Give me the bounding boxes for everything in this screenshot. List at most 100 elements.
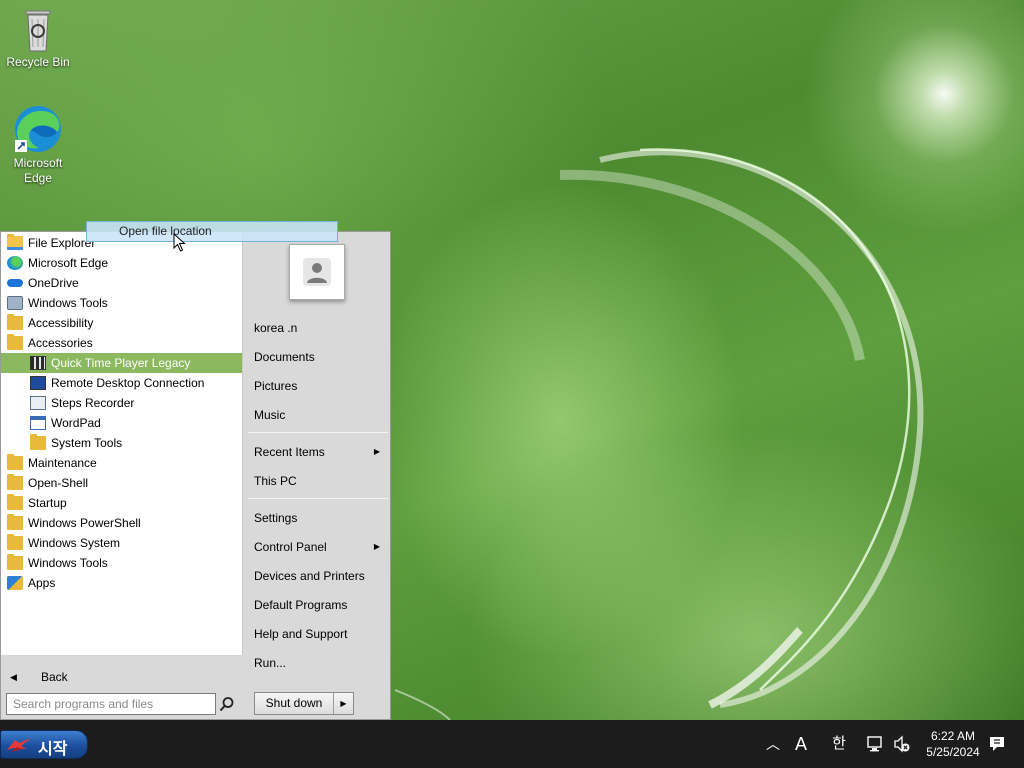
submenu-arrow-icon: ▶ bbox=[373, 447, 380, 456]
run-link[interactable]: Run... bbox=[254, 652, 386, 674]
control-panel-link[interactable]: Control Panel ▶ bbox=[254, 536, 386, 558]
back-button[interactable]: ◀ Back bbox=[1, 664, 243, 690]
program-steps-recorder[interactable]: Steps Recorder bbox=[1, 393, 242, 413]
ime-latin-indicator[interactable]: A bbox=[790, 720, 812, 768]
separator bbox=[248, 432, 388, 433]
start-label: 시작 bbox=[38, 741, 68, 758]
control-panel-label: Control Panel bbox=[254, 540, 327, 554]
folder-icon bbox=[7, 534, 23, 550]
edge-icon bbox=[15, 106, 61, 152]
shutdown-button[interactable]: Shut down bbox=[255, 693, 333, 714]
program-remote-desktop-connection[interactable]: Remote Desktop Connection bbox=[1, 373, 242, 393]
program-label: Apps bbox=[28, 576, 56, 590]
program-windows-tools-folder[interactable]: Windows Tools bbox=[1, 553, 242, 573]
network-icon[interactable] bbox=[866, 735, 884, 753]
taskbar: 시작 ︿ A 한 6:22 AM 5/25/2024 bbox=[0, 720, 1024, 768]
program-quick-time-player-legacy[interactable]: Quick Time Player Legacy bbox=[1, 353, 242, 373]
avatar[interactable] bbox=[289, 244, 345, 300]
program-startup[interactable]: Startup bbox=[1, 493, 242, 513]
program-label: Windows PowerShell bbox=[28, 516, 141, 530]
ime-korean-indicator[interactable]: 한 bbox=[828, 720, 850, 768]
program-label: Maintenance bbox=[28, 456, 97, 470]
program-label: Accessories bbox=[28, 336, 93, 350]
wordpad-icon bbox=[30, 416, 46, 430]
recent-items-link[interactable]: Recent Items ▶ bbox=[254, 441, 386, 463]
program-label: Startup bbox=[28, 496, 67, 510]
recycle-bin-icon bbox=[25, 10, 51, 52]
edge-icon bbox=[7, 256, 23, 270]
desktop-icon-recycle-bin[interactable]: Recycle Bin bbox=[0, 7, 76, 70]
program-apps[interactable]: Apps bbox=[1, 573, 242, 593]
program-label: Remote Desktop Connection bbox=[51, 376, 205, 390]
microsoft-edge-label: Microsoft Edge bbox=[13, 156, 63, 185]
program-open-shell[interactable]: Open-Shell bbox=[1, 473, 242, 493]
program-label: Quick Time Player Legacy bbox=[51, 356, 191, 370]
program-accessories[interactable]: Accessories bbox=[1, 333, 242, 353]
program-microsoft-edge[interactable]: Microsoft Edge bbox=[1, 253, 242, 273]
apps-icon bbox=[7, 576, 23, 590]
program-accessibility[interactable]: Accessibility bbox=[1, 313, 242, 333]
separator bbox=[248, 498, 388, 499]
start-button[interactable]: 시작 bbox=[0, 730, 88, 759]
programs-list: File Explorer Microsoft Edge OneDrive Wi… bbox=[1, 232, 243, 655]
user-icon bbox=[303, 258, 331, 286]
search-icon[interactable] bbox=[219, 696, 235, 712]
onedrive-icon bbox=[7, 279, 23, 287]
recent-items-label: Recent Items bbox=[254, 445, 325, 459]
search-input[interactable]: Search programs and files bbox=[6, 693, 216, 715]
program-label: Open-Shell bbox=[28, 476, 89, 490]
folder-icon bbox=[7, 514, 23, 530]
desktop-icon-microsoft-edge[interactable]: Microsoft Edge bbox=[0, 104, 76, 186]
windows-tools-icon bbox=[7, 296, 23, 310]
clock[interactable]: 6:22 AM 5/25/2024 bbox=[922, 728, 984, 760]
folder-icon bbox=[7, 454, 23, 470]
folder-icon bbox=[30, 434, 46, 450]
program-onedrive[interactable]: OneDrive bbox=[1, 273, 242, 293]
shutdown-button-group: Shut down ▶ bbox=[254, 692, 354, 715]
program-label: Windows Tools bbox=[28, 556, 108, 570]
program-windows-tools[interactable]: Windows Tools bbox=[1, 293, 242, 313]
default-programs-link[interactable]: Default Programs bbox=[254, 594, 386, 616]
documents-link[interactable]: Documents bbox=[254, 346, 386, 368]
this-pc-link[interactable]: This PC bbox=[254, 470, 386, 492]
program-label: Microsoft Edge bbox=[28, 256, 109, 270]
program-label: Steps Recorder bbox=[51, 396, 135, 410]
program-windows-powershell[interactable]: Windows PowerShell bbox=[1, 513, 242, 533]
folder-icon bbox=[7, 494, 23, 510]
volume-muted-icon[interactable] bbox=[893, 735, 911, 753]
clock-time: 6:22 AM bbox=[930, 729, 976, 743]
program-maintenance[interactable]: Maintenance bbox=[1, 453, 242, 473]
quicktime-icon bbox=[30, 356, 46, 370]
file-explorer-icon bbox=[7, 234, 23, 250]
settings-link[interactable]: Settings bbox=[254, 507, 386, 529]
recycle-bin-label: Recycle Bin bbox=[6, 55, 70, 69]
shutdown-options-arrow-icon[interactable]: ▶ bbox=[333, 693, 353, 714]
program-label: Windows Tools bbox=[28, 296, 108, 310]
user-name-link[interactable]: korea .n bbox=[254, 317, 386, 339]
pictures-link[interactable]: Pictures bbox=[254, 375, 386, 397]
music-link[interactable]: Music bbox=[254, 404, 386, 426]
search-placeholder: Search programs and files bbox=[13, 697, 154, 711]
program-label: Accessibility bbox=[28, 316, 94, 330]
help-and-support-link[interactable]: Help and Support bbox=[254, 623, 386, 645]
remote-desktop-icon bbox=[30, 376, 46, 390]
steps-recorder-icon bbox=[30, 396, 46, 410]
program-windows-system[interactable]: Windows System bbox=[1, 533, 242, 553]
program-system-tools[interactable]: System Tools bbox=[1, 433, 242, 453]
show-hidden-icons-chevron-icon[interactable]: ︿ bbox=[764, 720, 782, 768]
folder-icon bbox=[7, 334, 23, 350]
notifications-icon[interactable] bbox=[988, 735, 1006, 753]
folder-icon bbox=[7, 554, 23, 570]
mouse-cursor-icon bbox=[173, 233, 186, 252]
submenu-arrow-icon: ▶ bbox=[373, 542, 380, 551]
drag-tooltip: Open file location bbox=[86, 221, 338, 242]
program-label: Windows System bbox=[28, 536, 121, 550]
program-wordpad[interactable]: WordPad bbox=[1, 413, 242, 433]
start-logo-icon bbox=[7, 738, 31, 752]
clock-date: 5/25/2024 bbox=[926, 745, 980, 759]
back-arrow-icon: ◀ bbox=[10, 672, 17, 682]
start-menu: File Explorer Microsoft Edge OneDrive Wi… bbox=[0, 231, 391, 720]
devices-and-printers-link[interactable]: Devices and Printers bbox=[254, 565, 386, 587]
program-label: WordPad bbox=[51, 416, 101, 430]
program-label: System Tools bbox=[51, 436, 123, 450]
